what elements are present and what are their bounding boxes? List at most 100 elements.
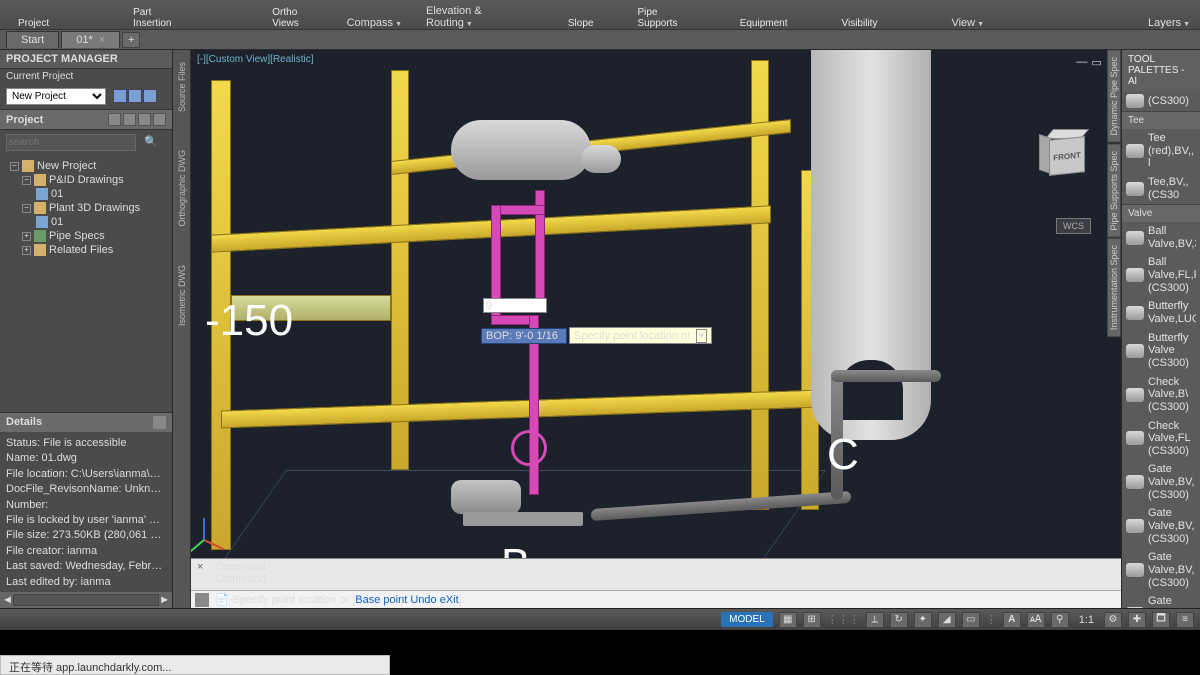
project-manager-title: PROJECT MANAGER [0, 50, 172, 69]
spec-tab-instr[interactable]: Instrumentation Spec [1107, 238, 1121, 337]
customize-icon[interactable]: 🗖 [1152, 612, 1170, 628]
ribbon-group-elevation[interactable]: Elevation & Routing▼ [416, 5, 534, 29]
tab-start[interactable]: Start [6, 31, 59, 48]
pm-icon-2[interactable] [128, 89, 142, 103]
proj-tool-4[interactable] [153, 113, 166, 126]
polar-icon[interactable]: ✦ [914, 612, 932, 628]
palette-item[interactable]: Gate Valve,TH3(CS300) [1122, 592, 1200, 608]
ribbon-group-part-insertion[interactable]: Part Insertion [123, 7, 198, 29]
ribbon-group-ortho[interactable]: Ortho Views [262, 7, 332, 29]
anno-vis-icon[interactable]: ⚲ [1051, 612, 1069, 628]
tab-drawing-01[interactable]: 01*× [61, 31, 120, 48]
ribbon-group-project[interactable]: Project [8, 18, 59, 29]
ribbon-group-slope[interactable]: Slope [558, 18, 604, 29]
cmd-history-1: Command: [215, 561, 1115, 573]
palette-item[interactable]: Tee (red),BV,, l [1122, 129, 1200, 173]
palette-item[interactable]: ButterflyValve,LUG,RF,3 [1122, 297, 1200, 328]
detail-location: File location: C:\Users\ianma\OneDrive\J… [6, 467, 166, 482]
model-space-button[interactable]: MODEL [721, 612, 773, 627]
command-line[interactable]: × Command: Command: 📄-Specify point loca… [191, 558, 1121, 608]
project-header: Project [0, 109, 172, 130]
gear-icon[interactable]: ⚙ [1104, 612, 1122, 628]
project-select[interactable]: New Project [6, 88, 106, 105]
palette-item[interactable]: Ball Valve,FL,R:(CS300) [1122, 253, 1200, 297]
spec-tab-supports[interactable]: Pipe Supports Spec [1107, 144, 1121, 238]
details-title: Details [6, 416, 42, 429]
palette-item[interactable]: Check Valve,B\(CS300) [1122, 373, 1200, 417]
project-tree[interactable]: −New Project −P&ID Drawings 01 −Plant 3D… [0, 155, 172, 412]
ortho-icon[interactable]: ⟂ [866, 612, 884, 628]
scale-readout[interactable]: 1:1 [1075, 614, 1098, 626]
refresh-icon[interactable]: ↻ [890, 612, 908, 628]
3dosnap-icon[interactable]: ▭ [962, 612, 980, 628]
palette-item[interactable]: Gate Valve,BV,(CS300) [1122, 460, 1200, 504]
viewport-side-tabs: Source Files Orthographic DWG Isometric … [173, 50, 191, 608]
current-project-label: Current Project [0, 69, 172, 84]
label-b: B [501, 540, 530, 558]
plus-icon[interactable]: ✚ [1128, 612, 1146, 628]
3d-viewport[interactable]: [-][Custom View][Realistic] — ▭ ✕ FRONT … [191, 50, 1121, 558]
sidetab-ortho[interactable]: Orthographic DWG [177, 146, 187, 231]
anno-scale-icon[interactable]: 🗚 [1027, 612, 1045, 628]
palette-item[interactable]: Gate Valve,BV,(CS300) [1122, 548, 1200, 592]
proj-tool-2[interactable] [123, 113, 136, 126]
fitting-icon [1126, 344, 1144, 358]
snap-icon[interactable]: ⊞ [803, 612, 821, 628]
ribbon-group-visibility[interactable]: Visibility [832, 18, 888, 29]
osnap-icon[interactable]: ◢ [938, 612, 956, 628]
label-150: -150 [205, 296, 293, 346]
fitting-icon [1126, 475, 1144, 489]
sidetab-source[interactable]: Source Files [177, 58, 187, 116]
tree-p3d[interactable]: −Plant 3D Drawings [2, 201, 170, 215]
proj-tool-1[interactable] [108, 113, 121, 126]
dimension-input[interactable]: 9 [483, 298, 547, 313]
ucs-axis-gizmo[interactable] [203, 504, 239, 540]
pm-icon-1[interactable] [113, 89, 127, 103]
tree-p3d-file[interactable]: 01 [2, 215, 170, 229]
left-hscrollbar[interactable]: ◄► [0, 592, 172, 608]
search-icon[interactable]: 🔍 [144, 136, 158, 148]
palette-item[interactable]: Butterfly Valve(CS300) [1122, 329, 1200, 373]
palette-item[interactable]: Tee,BV,, (CS30 [1122, 173, 1200, 204]
fitting-icon [1126, 94, 1144, 108]
palette-item[interactable]: Gate Valve,BV,(CS300) [1122, 504, 1200, 548]
new-tab-button[interactable]: + [122, 32, 140, 48]
label-c: C [827, 430, 859, 480]
spec-tab-dynamic[interactable]: Dynamic Pipe Spec [1107, 50, 1121, 143]
ribbon-group-supports[interactable]: Pipe Supports [627, 7, 705, 29]
detail-status: Status: File is accessible [6, 436, 166, 451]
cursor-tooltip: Specify point location or ▾ [569, 327, 712, 344]
detail-edited: Last edited by: ianma [6, 575, 166, 590]
fitting-icon [1126, 268, 1144, 282]
cmd-close-icon[interactable]: × [197, 561, 203, 573]
project-search-input[interactable] [6, 134, 136, 151]
palette-item[interactable]: Check Valve,FL(CS300) [1122, 417, 1200, 461]
proj-tool-3[interactable] [138, 113, 151, 126]
ribbon-group-layers[interactable]: Layers▼ [1138, 17, 1200, 29]
detail-revision: DocFile_RevisonName: Unknown [6, 482, 166, 497]
cmd-prompt: 📄-Specify point location or [Base point … [215, 593, 465, 606]
cmd-icon[interactable] [195, 593, 209, 607]
tree-root[interactable]: −New Project [2, 159, 170, 173]
ribbon-group-view[interactable]: View▼ [941, 17, 994, 29]
annotation-icon[interactable]: A [1003, 612, 1021, 628]
fitting-icon [1126, 144, 1144, 158]
tree-pid[interactable]: −P&ID Drawings [2, 173, 170, 187]
detail-saved: Last saved: Wednesday, February 13, 2019… [6, 559, 166, 574]
document-tabs: Start 01*× + [0, 30, 1200, 50]
sidetab-iso[interactable]: Isometric DWG [177, 261, 187, 330]
tree-pid-file[interactable]: 01 [2, 187, 170, 201]
close-icon[interactable]: × [99, 34, 105, 46]
tree-related[interactable]: +Related Files [2, 243, 170, 257]
menu-icon[interactable]: ≡ [1176, 612, 1194, 628]
palette-item[interactable]: Ball Valve,BV,3 [1122, 222, 1200, 253]
pm-icon-3[interactable] [143, 89, 157, 103]
tree-specs[interactable]: +Pipe Specs [2, 229, 170, 243]
fitting-icon [1126, 431, 1144, 445]
details-tool[interactable] [153, 416, 166, 429]
ribbon-group-equipment[interactable]: Equipment [730, 18, 798, 29]
fitting-icon [1126, 388, 1144, 402]
ribbon-group-compass[interactable]: Compass▼ [337, 17, 412, 29]
palette-item[interactable]: (CS300) [1122, 91, 1200, 111]
grid-icon[interactable]: ▦ [779, 612, 797, 628]
